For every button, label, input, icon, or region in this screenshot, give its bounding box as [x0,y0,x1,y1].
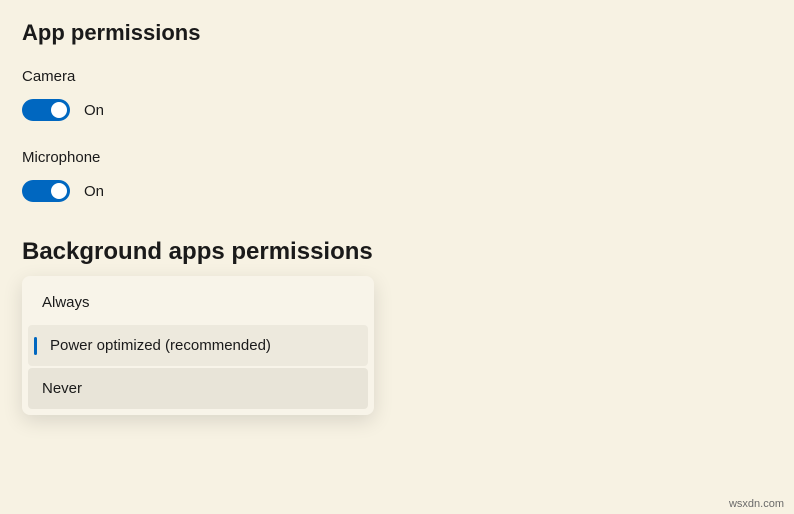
camera-toggle[interactable] [22,99,70,121]
watermark: wsxdn.com [729,498,784,510]
dropdown-option-never[interactable]: Never [28,368,368,409]
toggle-knob [51,102,67,118]
camera-permission: Camera On [22,68,772,121]
camera-label: Camera [22,68,772,85]
microphone-permission: Microphone On [22,149,772,202]
microphone-label: Microphone [22,149,772,166]
background-apps-dropdown: Always Power optimized (recommended) Nev… [22,276,374,415]
app-permissions-heading: App permissions [22,20,772,46]
dropdown-option-power-optimized[interactable]: Power optimized (recommended) [28,325,368,366]
dropdown-option-always[interactable]: Always [28,282,368,323]
background-apps-heading: Background apps permissions [22,238,772,266]
camera-toggle-state: On [84,102,104,119]
microphone-toggle-state: On [84,183,104,200]
microphone-toggle[interactable] [22,180,70,202]
toggle-knob [51,183,67,199]
